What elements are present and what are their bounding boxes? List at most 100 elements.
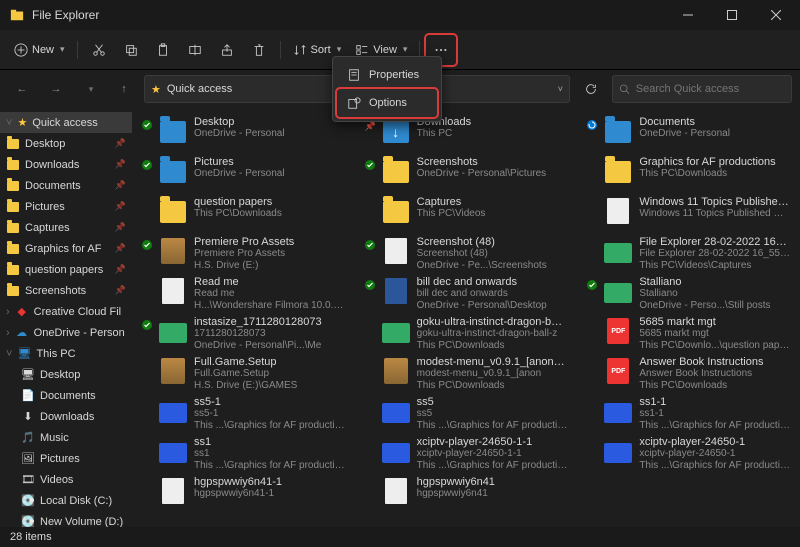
sync-badge: [142, 240, 152, 250]
file-item[interactable]: DocumentsOneDrive - Personal: [585, 114, 792, 152]
file-item[interactable]: Windows 11 Topics Published EditedWindow…: [585, 194, 792, 232]
file-item[interactable]: PDF5685 markt mgt5685 markt mgtThis PC\D…: [585, 314, 792, 352]
item-path: This PC\Downloads: [639, 380, 763, 392]
sidebar-pc-documents[interactable]: 📄Documents: [0, 385, 132, 406]
file-item[interactable]: question papersThis PC\Downloads: [140, 194, 347, 232]
sidebar-pc-music[interactable]: 🎵Music: [0, 427, 132, 448]
sidebar-pc-local-disk-c-[interactable]: 💽Local Disk (C:): [0, 490, 132, 511]
file-item[interactable]: xciptv-player-24650-1-1xciptv-player-246…: [363, 434, 570, 472]
file-item[interactable]: xciptv-player-24650-1xciptv-player-24650…: [585, 434, 792, 472]
sidebar-pc-downloads[interactable]: ⬇Downloads: [0, 406, 132, 427]
file-item[interactable]: ss5-1ss5-1This ...\Graphics for AF produ…: [140, 394, 347, 432]
file-item[interactable]: CapturesThis PC\Videos: [363, 194, 570, 232]
recent-button[interactable]: ▾: [76, 75, 104, 103]
item-subtitle: 1711280128073: [194, 328, 322, 340]
item-path: This PC\Downloads: [417, 380, 568, 392]
file-item[interactable]: hgpspwwiy6n41-1hgpspwwiy6n41-1: [140, 474, 347, 512]
menu-properties[interactable]: Properties: [337, 61, 437, 89]
file-item[interactable]: hgpspwwiy6n41hgpspwwiy6n41: [363, 474, 570, 512]
item-name: Pictures: [194, 156, 285, 168]
delete-button[interactable]: [244, 35, 274, 65]
sidebar: ˅★Quick accessDesktop📌Downloads📌Document…: [0, 108, 132, 527]
file-item[interactable]: PDFAnswer Book InstructionsAnswer Book I…: [585, 354, 792, 392]
item-name: Answer Book Instructions: [639, 356, 763, 368]
sidebar-pin-screenshots[interactable]: Screenshots📌: [0, 280, 132, 301]
sidebar-pc-new-volume-d-[interactable]: 💽New Volume (D:): [0, 511, 132, 527]
item-subtitle: xciptv-player-24650-1: [639, 448, 790, 460]
app-icon: [10, 8, 24, 22]
item-subtitle: This PC\Downloads: [194, 208, 282, 220]
close-button[interactable]: [754, 0, 798, 30]
file-item[interactable]: ScreenshotsOneDrive - Personal\Pictures: [363, 154, 570, 192]
file-item[interactable]: ss1-1ss1-1This ...\Graphics for AF produ…: [585, 394, 792, 432]
new-button[interactable]: New▾: [8, 35, 71, 65]
item-subtitle: Premiere Pro Assets: [194, 248, 294, 260]
maximize-button[interactable]: [710, 0, 754, 30]
file-item[interactable]: bill dec and onwardsbill dec and onwards…: [363, 274, 570, 312]
up-button[interactable]: ↑: [110, 75, 138, 103]
item-name: Read me: [194, 276, 345, 288]
sidebar-onedrive[interactable]: ›☁OneDrive - Person: [0, 322, 132, 343]
item-subtitle: hgpspwwiy6n41: [417, 488, 495, 500]
file-item[interactable]: PicturesOneDrive - Personal: [140, 154, 347, 192]
chevron-down-icon[interactable]: ˅: [558, 84, 563, 94]
item-thumbnail: [603, 396, 633, 426]
file-item[interactable]: Screenshot (48)Screenshot (48)OneDrive -…: [363, 234, 570, 272]
item-subtitle: Read me: [194, 288, 345, 300]
item-path: This ...\Graphics for AF productions: [194, 420, 345, 432]
item-thumbnail: [158, 276, 188, 306]
share-button[interactable]: [212, 35, 242, 65]
view-icon: [355, 43, 369, 57]
file-item[interactable]: File Explorer 28-02-2022 16_55_39File Ex…: [585, 234, 792, 272]
item-thumbnail: [381, 356, 411, 386]
sidebar-pc-desktop[interactable]: 🖥Desktop: [0, 364, 132, 385]
sidebar-pin-question-papers[interactable]: question papers📌: [0, 259, 132, 280]
minimize-button[interactable]: [666, 0, 710, 30]
copy-button[interactable]: [116, 35, 146, 65]
item-path: OneDrive - Personal\Desktop: [417, 300, 547, 312]
sidebar-pin-graphics-for-af[interactable]: Graphics for AF📌: [0, 238, 132, 259]
file-item[interactable]: ss1ss1This ...\Graphics for AF productio…: [140, 434, 347, 472]
refresh-button[interactable]: [576, 75, 606, 103]
file-item[interactable]: Graphics for AF productionsThis PC\Downl…: [585, 154, 792, 192]
file-item[interactable]: instasize_17112801280731711280128073OneD…: [140, 314, 347, 352]
item-subtitle: File Explorer 28-02-2022 16_55_39: [639, 248, 790, 260]
item-name: hgpspwwiy6n41: [417, 476, 495, 488]
sidebar-creative-cloud[interactable]: ›◆Creative Cloud Fil: [0, 301, 132, 322]
sidebar-pc-videos[interactable]: 🎞Videos: [0, 469, 132, 490]
item-thumbnail: [603, 436, 633, 466]
file-item[interactable]: StallianoStallianoOneDrive - Perso...\St…: [585, 274, 792, 312]
sidebar-pin-desktop[interactable]: Desktop📌: [0, 133, 132, 154]
sync-badge: [365, 360, 375, 370]
item-name: Screenshots: [417, 156, 547, 168]
sidebar-pin-captures[interactable]: Captures📌: [0, 217, 132, 238]
sidebar-pin-documents[interactable]: Documents📌: [0, 175, 132, 196]
menu-options[interactable]: Options: [337, 89, 437, 117]
search-input[interactable]: [636, 83, 785, 95]
file-item[interactable]: DesktopOneDrive - Personal: [140, 114, 347, 152]
sidebar-pin-pictures[interactable]: Pictures📌: [0, 196, 132, 217]
sync-badge: [587, 360, 597, 370]
sidebar-this-pc[interactable]: ˅🖥This PC: [0, 343, 132, 364]
paste-button[interactable]: [148, 35, 178, 65]
sync-badge: [365, 320, 375, 330]
sync-badge: [142, 200, 152, 210]
sidebar-pc-pictures[interactable]: 🖼Pictures: [0, 448, 132, 469]
rename-button[interactable]: [180, 35, 210, 65]
sidebar-pin-downloads[interactable]: Downloads📌: [0, 154, 132, 175]
search-box[interactable]: [612, 75, 792, 103]
forward-button[interactable]: →: [42, 75, 70, 103]
file-item[interactable]: goku-ultra-instinct-dragon-ball-zgoku-ul…: [363, 314, 570, 352]
item-thumbnail: [158, 236, 188, 266]
file-item[interactable]: Premiere Pro AssetsPremiere Pro AssetsH.…: [140, 234, 347, 272]
file-item[interactable]: ss5ss5This ...\Graphics for AF productio…: [363, 394, 570, 432]
file-item[interactable]: Read meRead meH...\Wondershare Filmora 1…: [140, 274, 347, 312]
file-item[interactable]: Full.Game.SetupFull.Game.SetupH.S. Drive…: [140, 354, 347, 392]
sidebar-quick-access[interactable]: ˅★Quick access: [0, 112, 132, 133]
file-item[interactable]: modest-menu_v0.9.1_[anon mods.com]modest…: [363, 354, 570, 392]
sync-badge: [142, 360, 152, 370]
item-name: question papers: [194, 196, 282, 208]
cut-button[interactable]: [84, 35, 114, 65]
properties-icon: [347, 68, 361, 82]
back-button[interactable]: ←: [8, 75, 36, 103]
